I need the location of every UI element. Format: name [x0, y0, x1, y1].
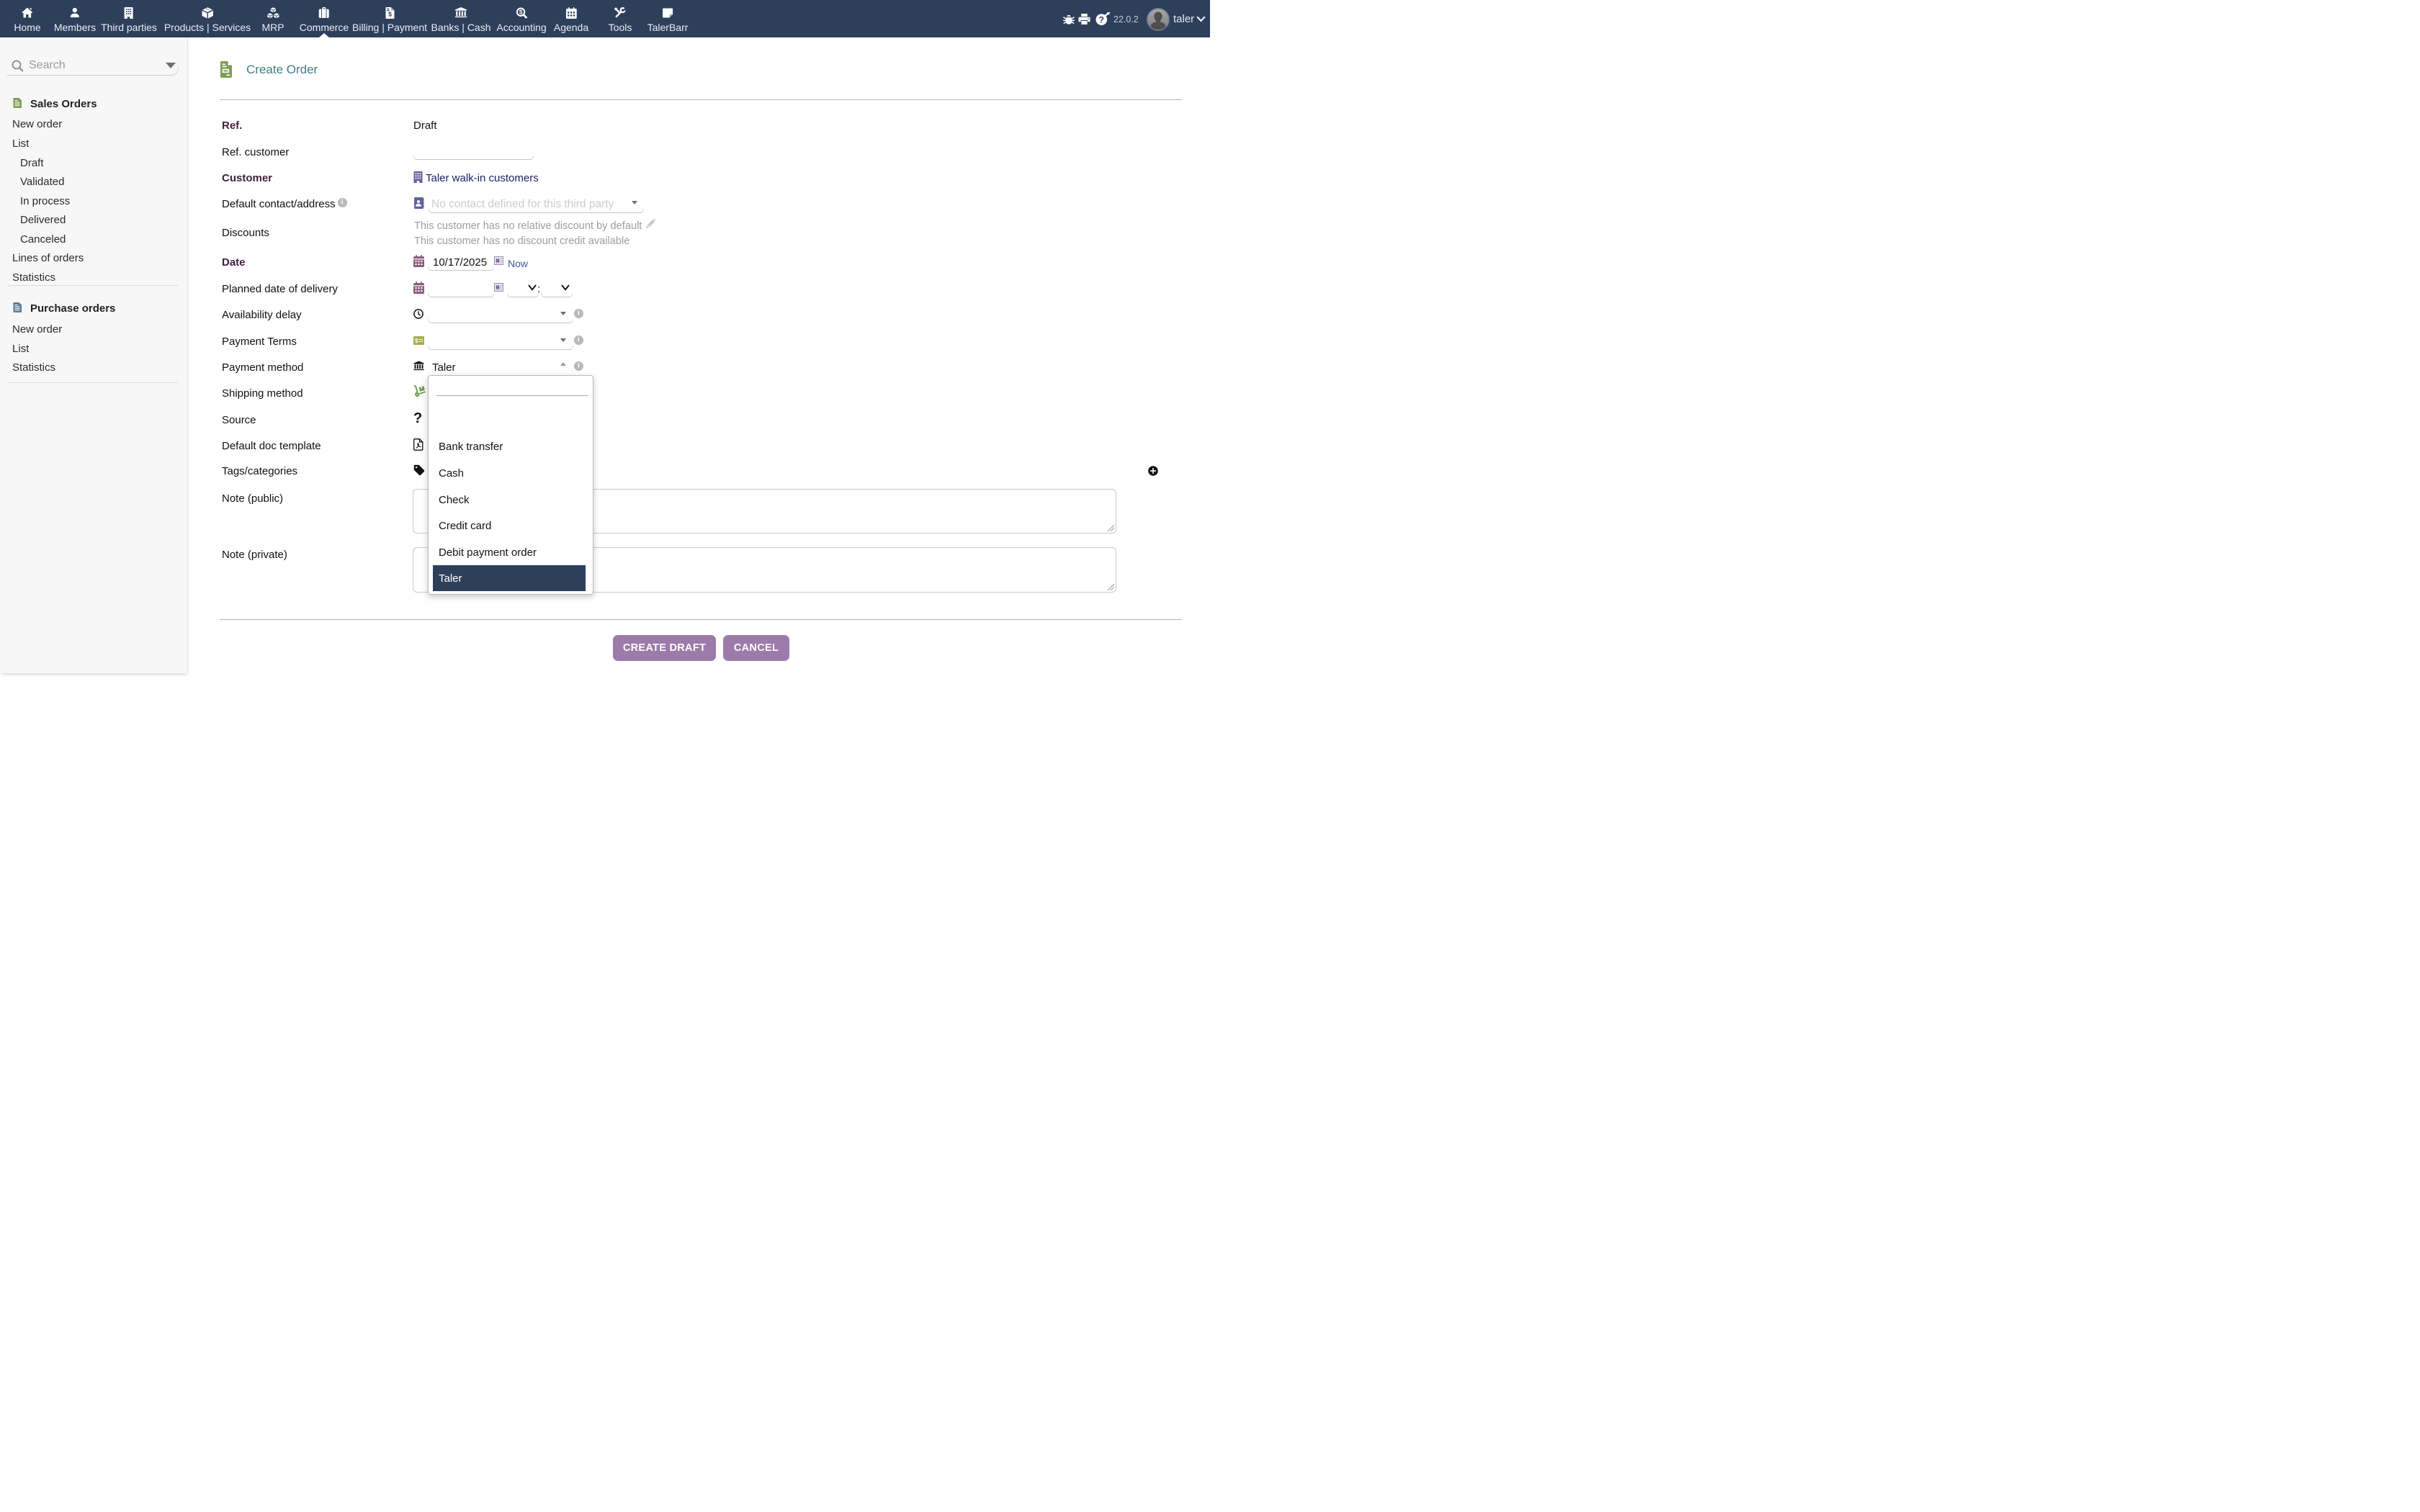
- svg-text:$: $: [388, 11, 392, 18]
- svg-text:$: $: [415, 338, 418, 344]
- svg-text:$: $: [519, 9, 522, 16]
- svg-text:?: ?: [1099, 14, 1104, 24]
